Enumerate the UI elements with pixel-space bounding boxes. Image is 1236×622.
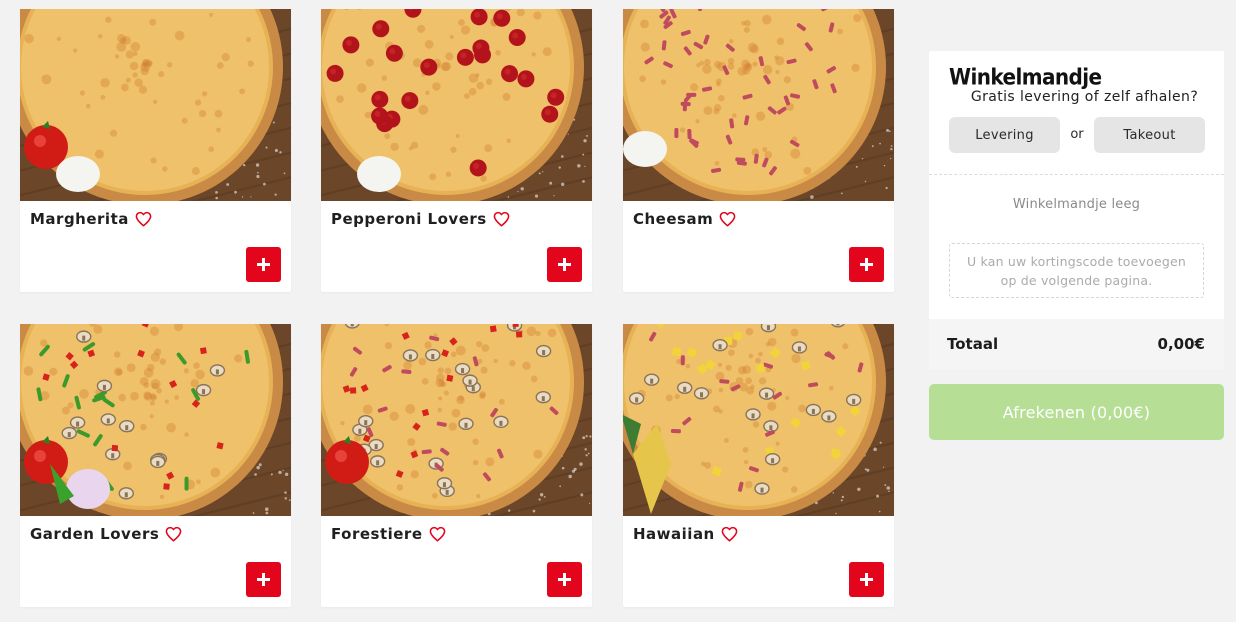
- pizza-image: [321, 9, 592, 201]
- plus-icon: [558, 258, 571, 271]
- product-card[interactable]: Pepperoni Lovers: [321, 9, 592, 292]
- pizza-image: [321, 324, 592, 516]
- coupon-notice: U kan uw kortingscode toevoegen op de vo…: [949, 243, 1204, 298]
- product-name: Pepperoni Lovers: [331, 210, 487, 228]
- heart-icon[interactable]: [429, 526, 446, 542]
- product-name: Cheesam: [633, 210, 714, 228]
- product-card[interactable]: Garden Lovers: [20, 324, 291, 607]
- plus-icon: [257, 573, 270, 586]
- product-name: Hawaiian: [633, 525, 715, 543]
- total-bar: Totaal 0,00€: [929, 319, 1224, 369]
- cart-empty-message: Winkelmandje leeg: [1012, 197, 1141, 212]
- plus-icon: [860, 258, 873, 271]
- plus-icon: [860, 573, 873, 586]
- heart-icon[interactable]: [719, 211, 736, 227]
- delivery-button[interactable]: Levering: [949, 117, 1060, 153]
- total-value: 0,00€: [1157, 335, 1205, 353]
- heart-icon[interactable]: [135, 211, 152, 227]
- heart-icon[interactable]: [493, 211, 510, 227]
- cart-subtitle: Gratis levering of zelf afhalen?: [970, 89, 1199, 105]
- or-label: or: [1070, 127, 1084, 142]
- plus-icon: [257, 258, 270, 271]
- cart-title: Winkelmandje: [949, 63, 1102, 90]
- pizza-image: [20, 9, 291, 201]
- pizza-image: [623, 9, 894, 201]
- product-grid: Margherita Pepperoni Lovers Cheesam Gard…: [0, 0, 910, 622]
- add-to-cart-button[interactable]: [547, 562, 582, 597]
- app: Margherita Pepperoni Lovers Cheesam Gard…: [0, 0, 1236, 622]
- cart-divider: [929, 174, 1224, 175]
- product-card[interactable]: Forestiere: [321, 324, 592, 607]
- takeout-button[interactable]: Takeout: [1094, 117, 1205, 153]
- total-label: Totaal: [947, 335, 999, 353]
- add-to-cart-button[interactable]: [246, 247, 281, 282]
- checkout-button[interactable]: Afrekenen (0,00€): [929, 384, 1224, 440]
- pizza-image: [623, 324, 894, 516]
- cart-panel: Winkelmandje Gratis levering of zelf afh…: [929, 51, 1224, 369]
- add-to-cart-button[interactable]: [849, 247, 884, 282]
- plus-icon: [558, 573, 571, 586]
- product-name: Margherita: [30, 210, 129, 228]
- product-card[interactable]: Hawaiian: [623, 324, 894, 607]
- product-card[interactable]: Cheesam: [623, 9, 894, 292]
- pizza-image: [20, 324, 291, 516]
- product-name: Garden Lovers: [30, 525, 160, 543]
- heart-icon[interactable]: [721, 526, 738, 542]
- product-card[interactable]: Margherita: [20, 9, 291, 292]
- product-name: Forestiere: [331, 525, 423, 543]
- add-to-cart-button[interactable]: [246, 562, 281, 597]
- add-to-cart-button[interactable]: [547, 247, 582, 282]
- add-to-cart-button[interactable]: [849, 562, 884, 597]
- heart-icon[interactable]: [165, 526, 182, 542]
